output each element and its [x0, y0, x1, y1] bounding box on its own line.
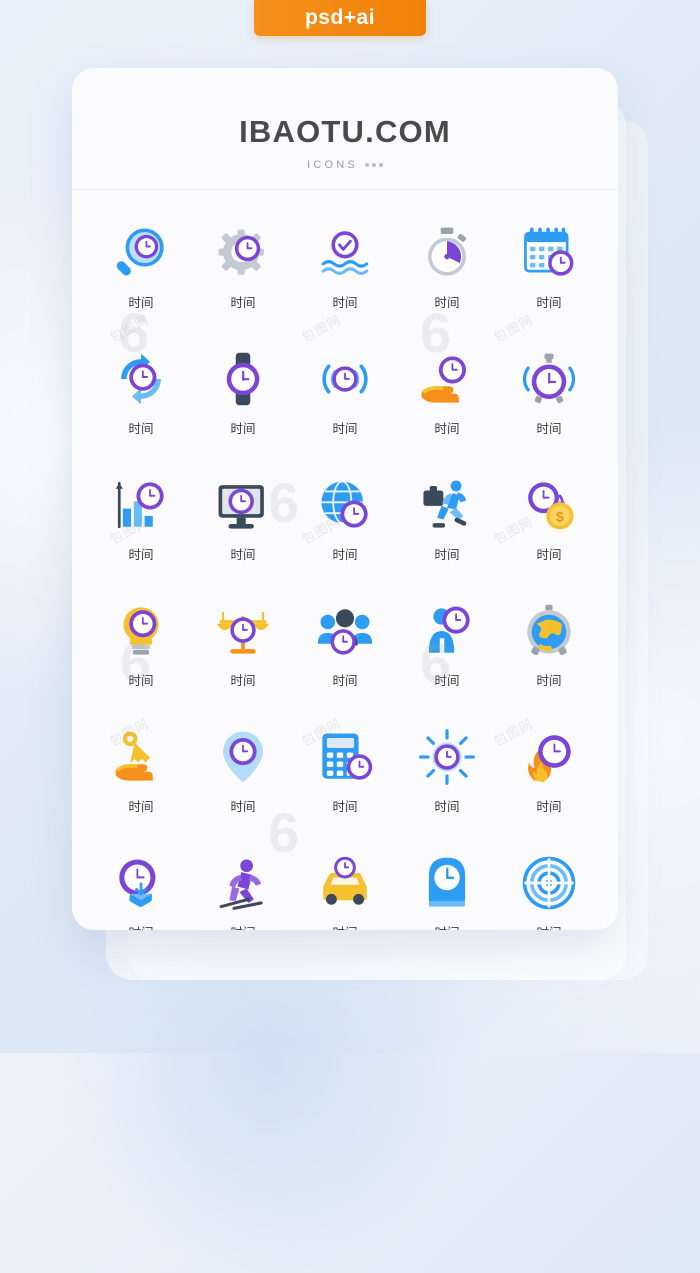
gear-clock-icon[interactable]	[210, 222, 276, 284]
ringing-alarm-clock-icon[interactable]	[516, 348, 582, 410]
clock-tower-icon[interactable]	[414, 852, 480, 914]
icon-label: 时间	[230, 800, 256, 814]
taxi-clock-icon[interactable]	[312, 852, 378, 914]
icon-cell[interactable]: 时间	[192, 712, 294, 830]
format-badge: psd+ai	[254, 0, 426, 36]
svg-text:$: $	[556, 509, 564, 524]
icon-cell[interactable]: 时间	[294, 586, 396, 704]
icon-label: 时间	[332, 548, 358, 562]
wristwatch-icon[interactable]	[210, 348, 276, 410]
world-alarm-clock-icon[interactable]	[516, 600, 582, 662]
icon-cell[interactable]: 时间	[498, 586, 600, 704]
skier-clock-icon[interactable]	[210, 852, 276, 914]
globe-clock-icon[interactable]	[312, 474, 378, 536]
bar-chart-clock-icon[interactable]	[108, 474, 174, 536]
fire-clock-icon[interactable]	[516, 726, 582, 788]
running-businessman-icon[interactable]	[414, 474, 480, 536]
icon-cell[interactable]: 时间	[90, 208, 192, 326]
icon-label: 时间	[128, 548, 154, 562]
icon-label: 时间	[434, 422, 460, 436]
sun-clock-icon[interactable]	[414, 726, 480, 788]
icon-cell[interactable]: 时间	[90, 586, 192, 704]
icon-label: 时间	[434, 674, 460, 688]
monitor-clock-icon[interactable]	[210, 474, 276, 536]
header-divider	[72, 189, 618, 190]
icon-label: 时间	[230, 674, 256, 688]
icon-cell[interactable]: 时间	[498, 712, 600, 830]
icon-grid: 时间 时间 时间 时间 时间 时间 时间 时间 时间 时间 时间 时间 时间 时…	[72, 208, 618, 930]
icon-label: 时间	[434, 922, 459, 930]
icon-cell[interactable]: 时间	[90, 460, 192, 578]
icon-cell[interactable]: 时间	[294, 334, 396, 452]
icon-label: 时间	[128, 922, 153, 930]
clock-money-icon[interactable]: $	[516, 474, 582, 536]
icon-label: 时间	[230, 548, 256, 562]
calendar-clock-icon[interactable]	[516, 222, 582, 284]
icon-cell[interactable]: 时间	[192, 838, 294, 930]
alarm-signal-clock-icon[interactable]	[312, 348, 378, 410]
stopwatch-icon[interactable]	[414, 222, 480, 284]
icon-label: 时间	[536, 674, 562, 688]
icon-cell[interactable]: 时间	[192, 208, 294, 326]
icon-cell[interactable]: 时间	[294, 208, 396, 326]
icon-label: 时间	[434, 548, 460, 562]
icon-label: 时间	[332, 296, 358, 310]
icon-label: 时间	[536, 548, 562, 562]
scale-balance-clock-icon[interactable]	[210, 600, 276, 662]
icon-cell[interactable]: 时间	[498, 838, 600, 930]
icon-label: 时间	[332, 674, 358, 688]
download-clock-icon[interactable]	[108, 852, 174, 914]
icon-cell[interactable]: 时间	[396, 712, 498, 830]
icon-cell[interactable]: 时间	[396, 586, 498, 704]
icon-cell[interactable]: 时间	[294, 460, 396, 578]
icon-cell[interactable]: 时间	[294, 838, 396, 930]
icon-set-card: IBAOTU.COM ICONS 时间 时间 时间 时间 时间 时间 时间 时间…	[72, 68, 618, 930]
icon-label: 时间	[128, 800, 154, 814]
icon-label: 时间	[128, 674, 154, 688]
location-pin-clock-icon[interactable]	[210, 726, 276, 788]
refresh-clock-icon[interactable]	[108, 348, 174, 410]
icon-cell[interactable]: 时间	[90, 838, 192, 930]
page-subtitle: ICONS	[72, 159, 618, 171]
hand-key-clock-icon[interactable]	[108, 726, 174, 788]
target-dartboard-icon[interactable]	[516, 852, 582, 914]
icon-label: 时间	[536, 800, 562, 814]
icon-label: 时间	[230, 296, 256, 310]
magnifier-clock-icon[interactable]	[108, 222, 174, 284]
icon-label: 时间	[536, 922, 561, 930]
icon-label: 时间	[332, 800, 358, 814]
page-subtitle-text: ICONS	[307, 159, 358, 171]
icon-label: 时间	[128, 422, 154, 436]
icon-label: 时间	[230, 422, 256, 436]
icon-cell[interactable]: 时间	[396, 838, 498, 930]
icon-cell[interactable]: 时间	[498, 208, 600, 326]
calculator-clock-icon[interactable]	[312, 726, 378, 788]
icon-cell[interactable]: 时间	[396, 208, 498, 326]
hand-clock-icon[interactable]	[414, 348, 480, 410]
icon-label: 时间	[536, 422, 562, 436]
lightbulb-clock-icon[interactable]	[108, 600, 174, 662]
icon-cell[interactable]: 时间	[90, 712, 192, 830]
icon-cell[interactable]: $ 时间	[498, 460, 600, 578]
team-clock-icon[interactable]	[312, 600, 378, 662]
wave-checkmark-clock-icon[interactable]	[312, 222, 378, 284]
icon-label: 时间	[230, 922, 255, 930]
icon-cell[interactable]: 时间	[294, 712, 396, 830]
icon-cell[interactable]: 时间	[396, 460, 498, 578]
icon-cell[interactable]: 时间	[90, 334, 192, 452]
icon-label: 时间	[128, 296, 154, 310]
icon-cell[interactable]: 时间	[192, 334, 294, 452]
dots-decoration	[364, 163, 383, 167]
page-title: IBAOTU.COM	[239, 114, 451, 149]
icon-cell[interactable]: 时间	[498, 334, 600, 452]
icon-label: 时间	[332, 922, 357, 930]
icon-label: 时间	[434, 296, 460, 310]
person-clock-icon[interactable]	[414, 600, 480, 662]
icon-cell[interactable]: 时间	[192, 460, 294, 578]
icon-label: 时间	[536, 296, 562, 310]
icon-label: 时间	[332, 422, 358, 436]
icon-cell[interactable]: 时间	[396, 334, 498, 452]
icon-cell[interactable]: 时间	[192, 586, 294, 704]
icon-label: 时间	[434, 800, 460, 814]
